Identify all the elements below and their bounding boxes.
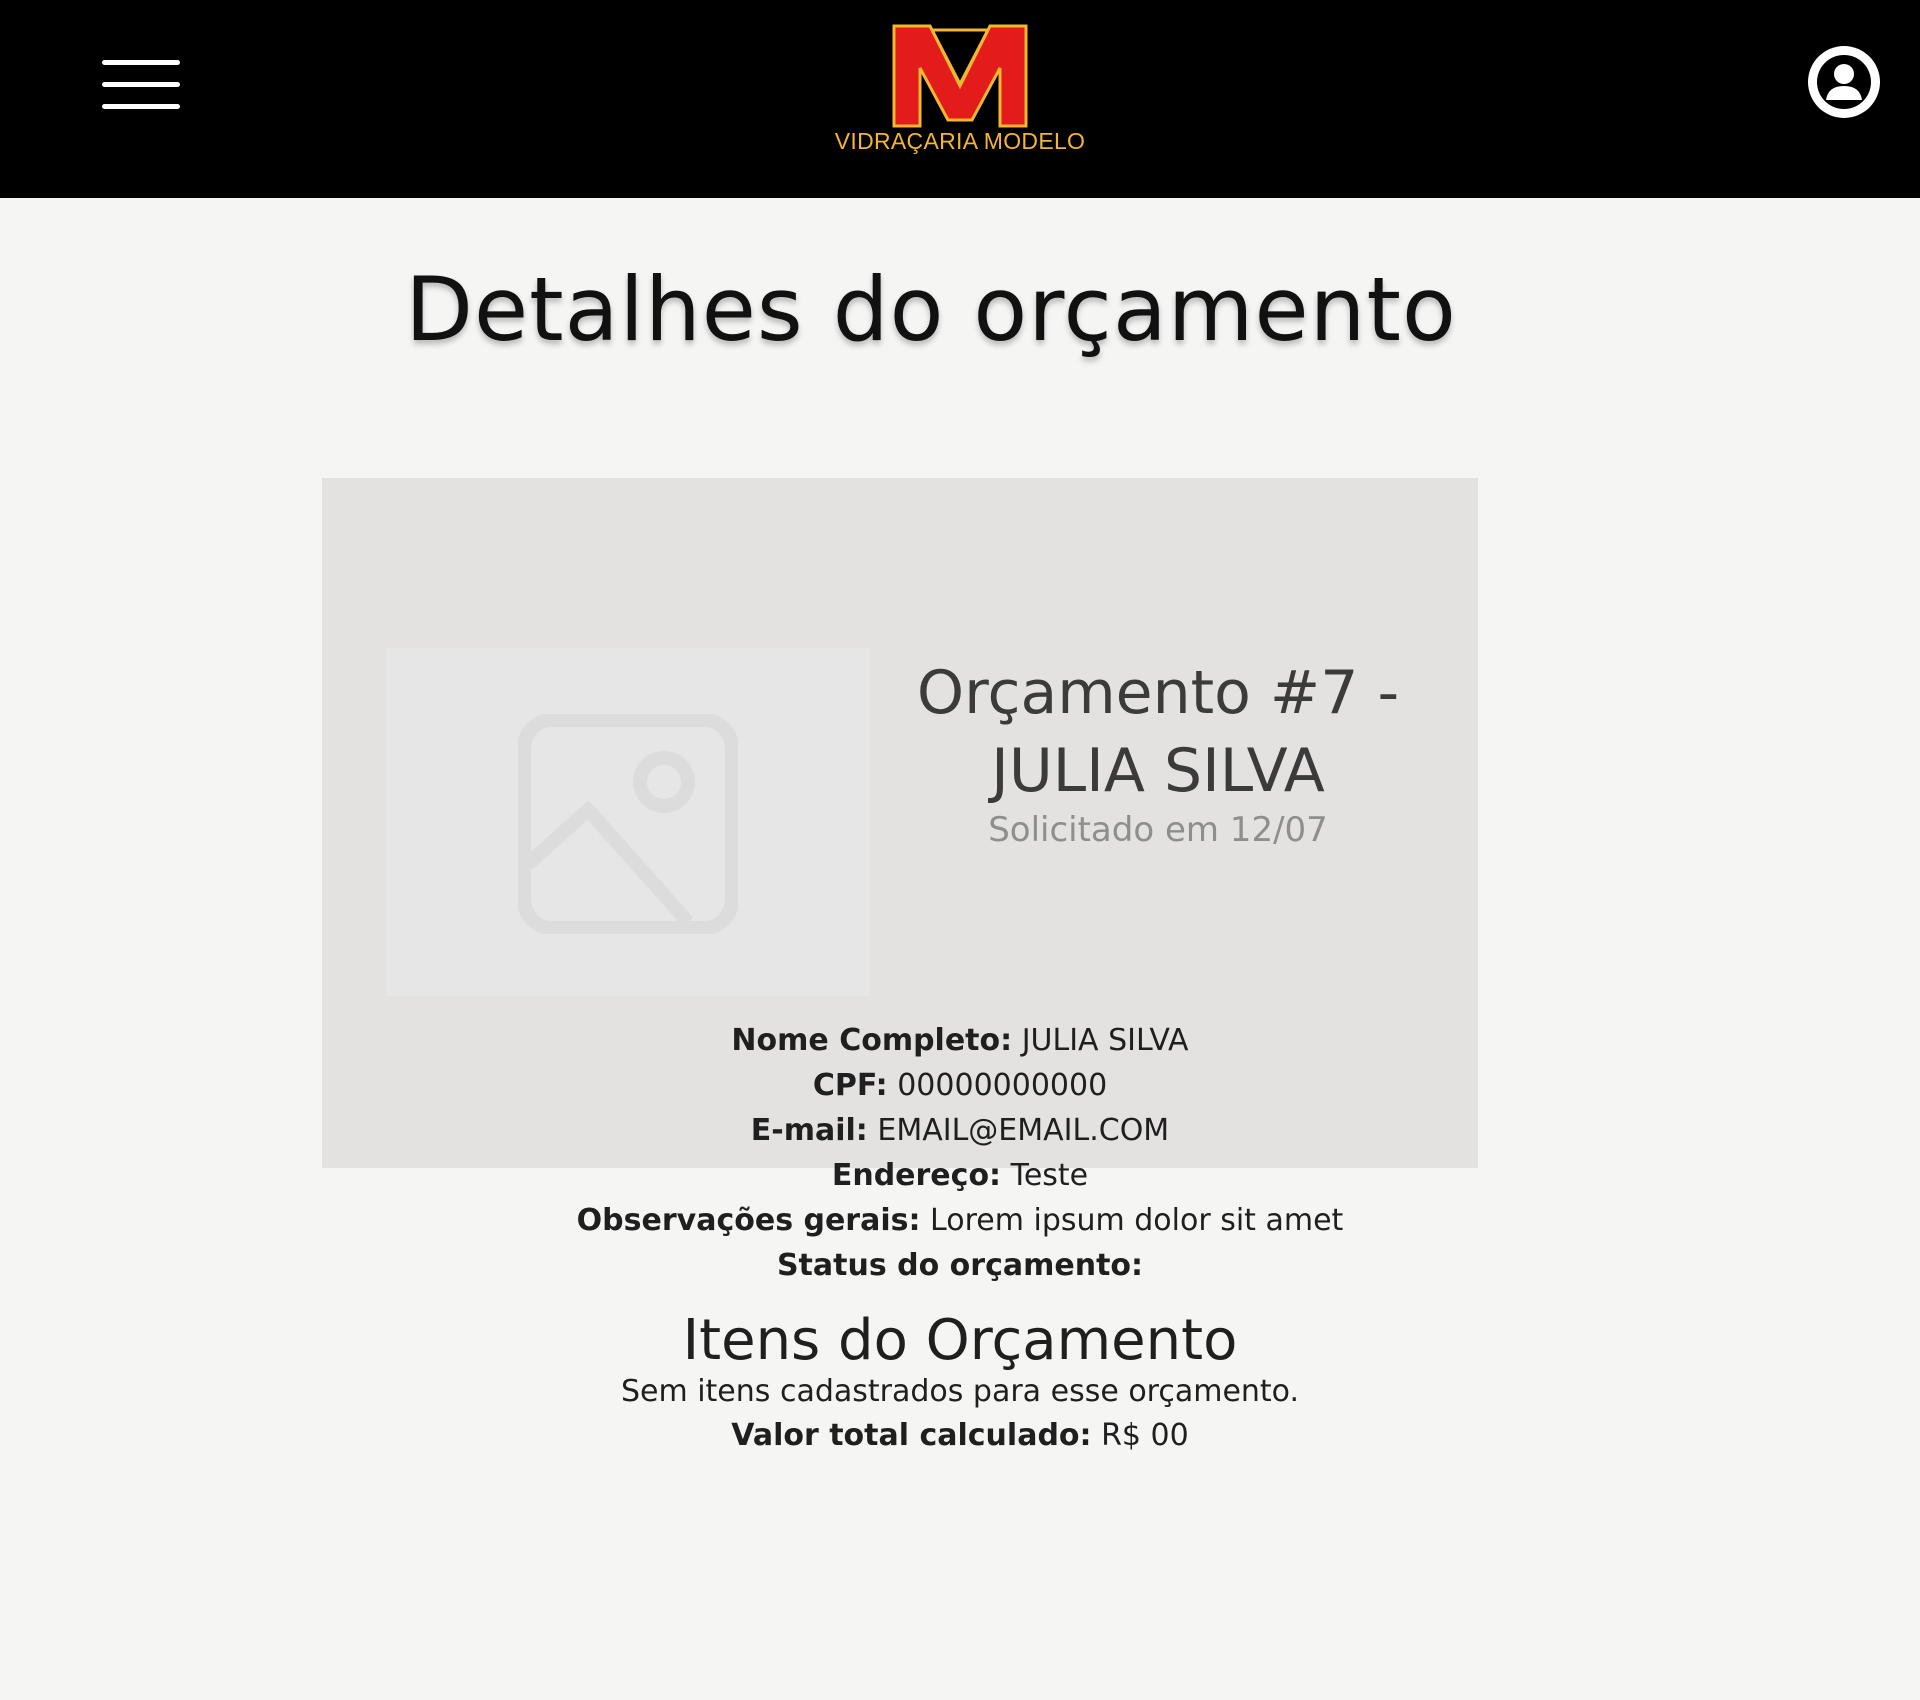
detail-label: Endereço: <box>831 1158 1002 1193</box>
detail-label: CPF: <box>812 1068 888 1103</box>
logo-text: VIDRAÇARIA MODELO <box>834 128 1086 154</box>
client-name: JULIA SILVA <box>991 736 1325 806</box>
quote-number: Orçamento #7 - <box>916 658 1400 728</box>
menu-bar <box>102 60 180 65</box>
detail-label: E-mail: <box>750 1113 868 1148</box>
top-bar: VIDRAÇARIA MODELO <box>0 0 1920 198</box>
logo-m-icon <box>892 24 1028 128</box>
detail-value: Teste <box>1010 1158 1089 1193</box>
detail-label: Observações gerais: <box>576 1203 921 1238</box>
image-placeholder-icon <box>518 714 738 934</box>
total-value: Valor total calculado: R$ 00 <box>0 1418 1920 1453</box>
request-date: Solicitado em 12/07 <box>988 810 1328 850</box>
detail-label: Status do orçamento: <box>776 1248 1144 1283</box>
detail-email: E-mail: EMAIL@EMAIL.COM <box>0 1108 1920 1153</box>
detail-value: Lorem ipsum dolor sit amet <box>930 1203 1344 1238</box>
page-title: Detalhes do orçamento <box>405 258 1457 361</box>
detail-name: Nome Completo: JULIA SILVA <box>0 1018 1920 1063</box>
detail-notes: Observações gerais: Lorem ipsum dolor si… <box>0 1198 1920 1243</box>
detail-address: Endereço: Teste <box>0 1153 1920 1198</box>
detail-value: EMAIL@EMAIL.COM <box>877 1113 1170 1148</box>
quote-heading: Orçamento #7 - JULIA SILVA <box>898 654 1418 810</box>
user-silhouette-icon <box>1812 50 1876 114</box>
detail-value: 00000000000 <box>897 1068 1108 1103</box>
detail-value: JULIA SILVA <box>1021 1023 1189 1058</box>
logo[interactable]: VIDRAÇARIA MODELO <box>820 20 1100 160</box>
total-label: Valor total calculado: <box>731 1418 1092 1453</box>
detail-cpf: CPF: 00000000000 <box>0 1063 1920 1108</box>
menu-bar <box>102 104 180 109</box>
items-title: Itens do Orçamento <box>682 1308 1238 1373</box>
user-avatar-icon[interactable] <box>1808 46 1880 118</box>
detail-label: Nome Completo: <box>731 1023 1013 1058</box>
items-empty-message: Sem itens cadastrados para esse orçament… <box>620 1374 1300 1409</box>
hamburger-menu-icon[interactable] <box>102 60 180 110</box>
quote-details: Nome Completo: JULIA SILVA CPF: 00000000… <box>0 1018 1920 1288</box>
total-amount: R$ 00 <box>1101 1418 1189 1453</box>
quote-image <box>386 648 870 996</box>
detail-status: Status do orçamento: <box>0 1243 1920 1288</box>
menu-bar <box>102 82 180 87</box>
